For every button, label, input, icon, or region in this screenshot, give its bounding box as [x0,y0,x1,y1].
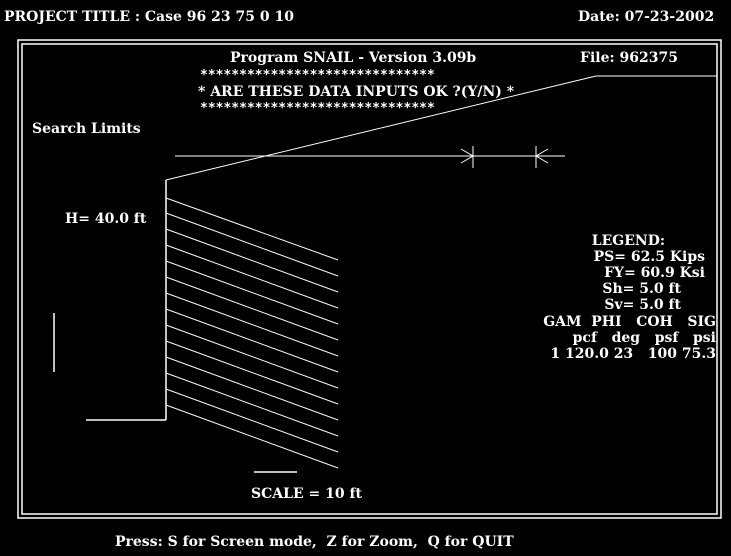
height-label: H= 40.0 ft [65,211,147,227]
footer-instructions: Press: S for Screen mode, Z for Zoom, Q … [115,534,514,550]
soil-nail [165,292,339,357]
legend-col-header-1: GAM PHI COH SIG [543,314,716,330]
program-title: Program SNAIL - Version 3.09b [230,50,477,66]
soil-nail [165,197,339,261]
soil-nail [165,324,339,389]
project-title: PROJECT TITLE : Case 96 23 75 0 10 [4,9,294,25]
stars-bottom: ****************************** [200,101,435,116]
date-label: Date: 07-23-2002 [578,9,715,25]
soil-nail [165,228,339,293]
soil-nail [165,372,339,437]
legend-sv: Sv= 5.0 ft [604,297,681,313]
legend-col-header-2: pcf deg psf psi [572,330,716,346]
soil-nail [165,276,339,341]
soil-nails [165,197,339,469]
legend-title: LEGEND: [591,233,665,249]
soil-nail [165,340,339,405]
soil-nail [165,404,339,469]
soil-nail [165,212,339,277]
soil-nail [165,356,339,421]
soil-nail [165,308,339,373]
legend-fy: FY= 60.9 Ksi [604,265,705,281]
soil-nail [165,260,339,325]
legend-row-1: 1 120.0 23 100 75.3 [550,346,716,362]
legend-sh: Sh= 5.0 ft [602,281,681,297]
soil-nail [165,388,339,453]
soil-nail [165,244,339,309]
search-limits-label: Search Limits [32,121,141,137]
stars-top: ****************************** [200,68,435,83]
confirm-prompt[interactable]: * ARE THESE DATA INPUTS OK ?(Y/N) * [198,84,514,100]
file-label: File: 962375 [580,50,678,66]
legend-ps: PS= 62.5 Kips [593,249,705,265]
scale-label: SCALE = 10 ft [251,486,362,502]
